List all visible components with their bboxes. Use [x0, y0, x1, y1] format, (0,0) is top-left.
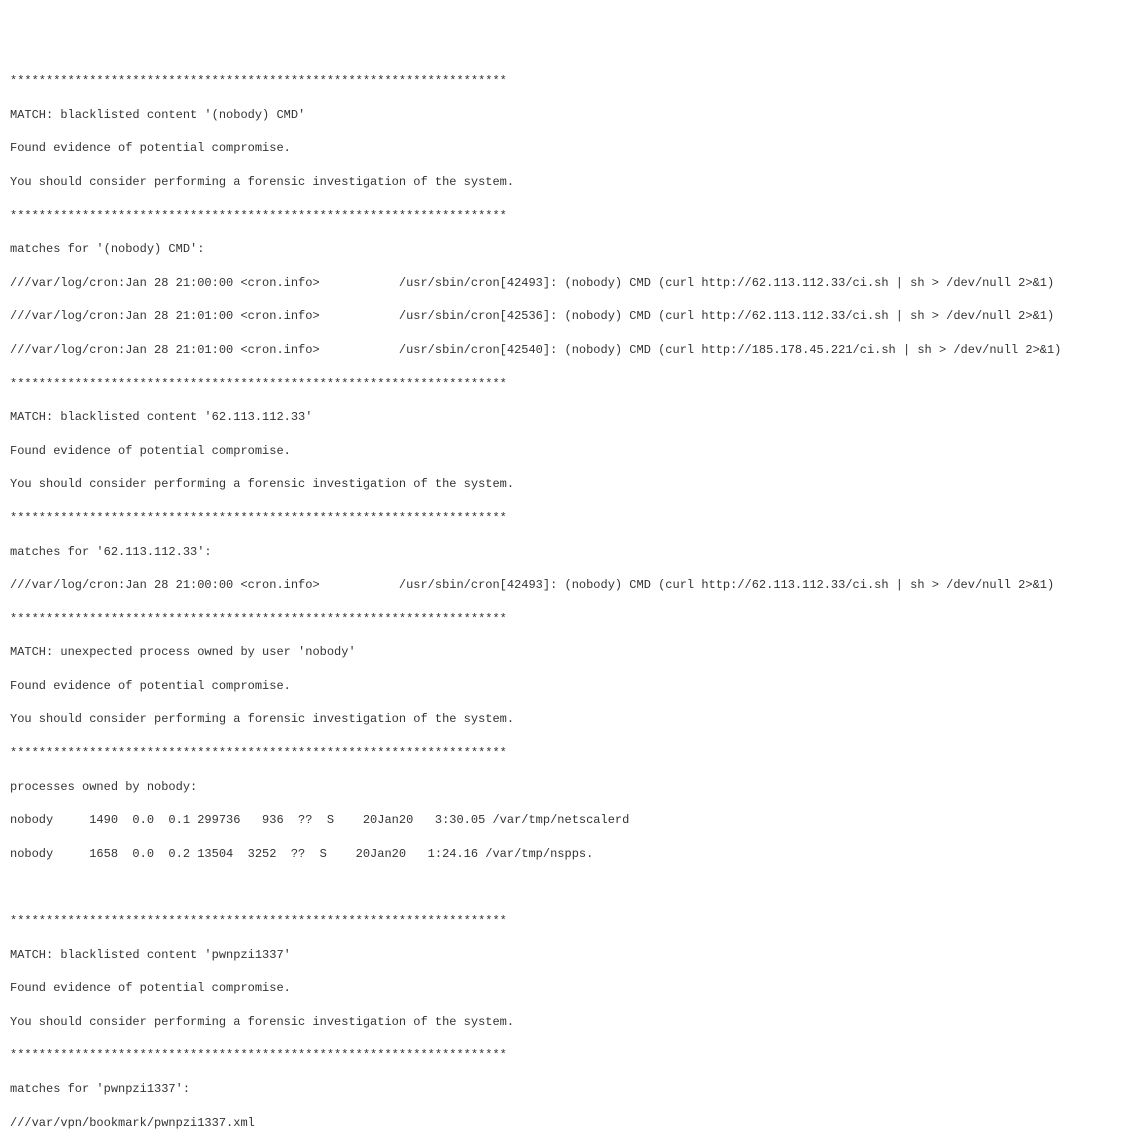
match-unexpected-process: MATCH: unexpected process owned by user …: [10, 644, 1124, 661]
evidence-text: Found evidence of potential compromise.: [10, 443, 1124, 460]
evidence-text: Found evidence of potential compromise.: [10, 140, 1124, 157]
divider: ****************************************…: [10, 611, 1124, 628]
divider: ****************************************…: [10, 376, 1124, 393]
divider: ****************************************…: [10, 913, 1124, 930]
matches-header: matches for 'pwnpzi1337':: [10, 1081, 1124, 1098]
advice-text: You should consider performing a forensi…: [10, 476, 1124, 493]
matches-header: matches for '62.113.112.33':: [10, 544, 1124, 561]
process-entry: nobody 1490 0.0 0.1 299736 936 ?? S 20Ja…: [10, 812, 1124, 829]
evidence-text: Found evidence of potential compromise.: [10, 980, 1124, 997]
matches-header: matches for '(nobody) CMD':: [10, 241, 1124, 258]
match-blacklisted-content: MATCH: blacklisted content '(nobody) CMD…: [10, 107, 1124, 124]
divider: ****************************************…: [10, 510, 1124, 527]
process-entry: nobody 1658 0.0 0.2 13504 3252 ?? S 20Ja…: [10, 846, 1124, 863]
log-entry: ///var/log/cron:Jan 28 21:00:00 <cron.in…: [10, 577, 1124, 594]
advice-text: You should consider performing a forensi…: [10, 174, 1124, 191]
advice-text: You should consider performing a forensi…: [10, 1014, 1124, 1031]
advice-text: You should consider performing a forensi…: [10, 711, 1124, 728]
log-entry: ///var/log/cron:Jan 28 21:00:00 <cron.in…: [10, 275, 1124, 292]
divider: ****************************************…: [10, 208, 1124, 225]
divider: ****************************************…: [10, 745, 1124, 762]
divider: ****************************************…: [10, 73, 1124, 90]
match-blacklisted-content: MATCH: blacklisted content '62.113.112.3…: [10, 409, 1124, 426]
log-entry: ///var/vpn/bookmark/pwnpzi1337.xml: [10, 1115, 1124, 1132]
processes-header: processes owned by nobody:: [10, 779, 1124, 796]
match-blacklisted-content: MATCH: blacklisted content 'pwnpzi1337': [10, 947, 1124, 964]
divider: ****************************************…: [10, 1047, 1124, 1064]
blank-line: [10, 879, 1124, 896]
log-entry: ///var/log/cron:Jan 28 21:01:00 <cron.in…: [10, 308, 1124, 325]
log-entry: ///var/log/cron:Jan 28 21:01:00 <cron.in…: [10, 342, 1124, 359]
evidence-text: Found evidence of potential compromise.: [10, 678, 1124, 695]
